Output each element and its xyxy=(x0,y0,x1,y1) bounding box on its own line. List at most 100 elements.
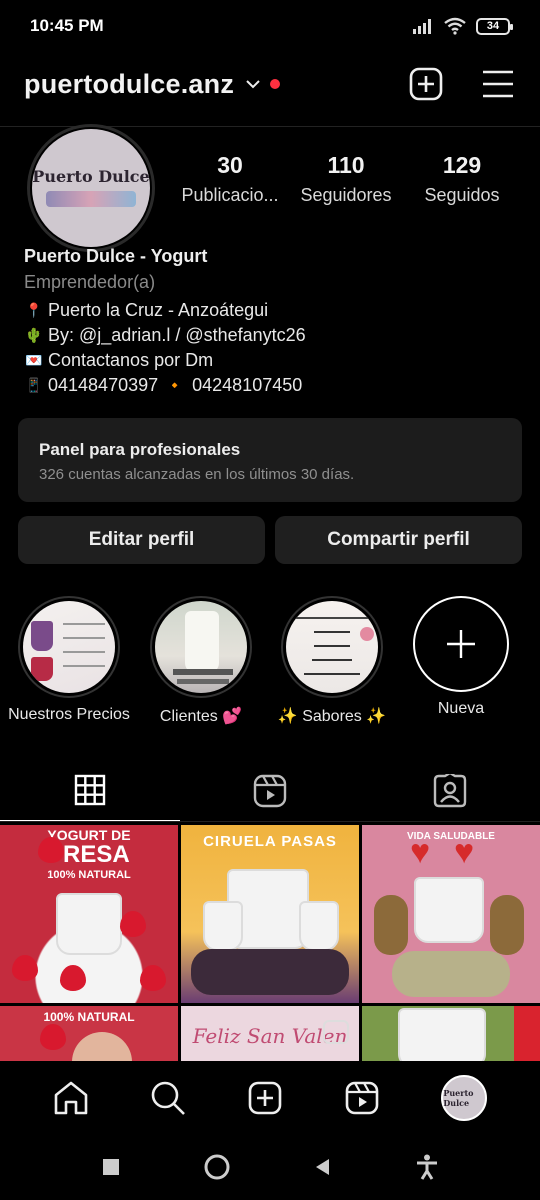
home-icon xyxy=(54,1081,87,1115)
highlight-label: Nuestros Precios xyxy=(8,706,130,723)
home-circle-icon[interactable] xyxy=(203,1153,231,1181)
strawberry xyxy=(12,955,38,981)
highlight-ring xyxy=(150,596,252,698)
strawberry xyxy=(140,965,166,991)
avatar-decoration xyxy=(46,191,136,207)
nuts-bowl xyxy=(392,951,510,997)
highlight-clientes[interactable]: Clientes 💕 xyxy=(135,596,267,726)
search-icon xyxy=(151,1081,185,1115)
menu-button[interactable] xyxy=(480,66,516,102)
tab-posts-grid[interactable] xyxy=(0,760,180,822)
reels-icon xyxy=(253,774,287,808)
avatar-image: Puerto Dulce xyxy=(32,129,150,247)
profile-avatar[interactable]: Puerto Dulce xyxy=(27,124,155,252)
system-navigation-bar xyxy=(0,1134,540,1200)
tagged-user-icon xyxy=(433,774,467,808)
nav-home[interactable] xyxy=(53,1080,89,1116)
profile-category: Emprendedor(a) xyxy=(24,272,156,292)
highlight-thumbnail xyxy=(23,601,115,693)
strawberry xyxy=(38,837,64,863)
profile-action-buttons: Editar perfil Compartir perfil xyxy=(18,516,522,564)
profile-bio: Puerto Dulce - Yogurt Emprendedor(a) 📍 P… xyxy=(24,246,524,398)
share-profile-button[interactable]: Compartir perfil xyxy=(275,516,522,564)
nav-reels[interactable] xyxy=(344,1080,380,1116)
heart-icon: ♥ xyxy=(454,833,475,871)
accessibility-icon[interactable] xyxy=(415,1154,439,1180)
bio-line-location: 📍 Puerto la Cruz - Anzoátegui xyxy=(24,298,524,323)
grid-icon xyxy=(74,774,106,806)
bio-authors-text[interactable]: By: @j_adrian.l / @sthefanytc26 xyxy=(48,325,306,346)
nav-create[interactable] xyxy=(247,1080,283,1116)
profile-content-tabs xyxy=(0,760,540,822)
battery-level: 34 xyxy=(486,20,500,32)
post-tile[interactable]: YOGURT DE FRESA 100% NATURAL xyxy=(0,825,178,1003)
stat-followers[interactable]: 110 Seguidores xyxy=(292,152,400,206)
bio-contact-text: Contactanos por Dm xyxy=(48,350,214,370)
notification-dot xyxy=(270,79,281,89)
highlight-label: ✨ Sabores ✨ xyxy=(277,708,387,725)
prunes xyxy=(191,949,349,995)
tab-reels[interactable] xyxy=(180,760,360,822)
status-bar: 10:45 PM 34 xyxy=(0,0,540,52)
avatar-brand-text: Puerto Dulce xyxy=(32,167,150,186)
yogurt-jar xyxy=(398,1008,486,1061)
post-tile[interactable] xyxy=(362,1006,540,1061)
highlight-precios[interactable]: Nuestros Precios xyxy=(3,596,135,724)
wifi-icon xyxy=(444,17,466,35)
highlight-new[interactable]: Nueva xyxy=(395,596,527,718)
highlight-label: Nueva xyxy=(437,700,485,717)
post-subtitle: 100% NATURAL xyxy=(47,869,131,881)
recent-apps-icon[interactable] xyxy=(101,1157,121,1177)
stat-followers-label: Seguidores xyxy=(300,185,392,205)
person-photo xyxy=(72,1032,132,1061)
yogurt-jar xyxy=(203,901,243,951)
stat-posts-label: Publicacio... xyxy=(181,185,279,205)
chevron-down-icon[interactable] xyxy=(244,75,262,93)
stat-following[interactable]: 129 Seguidos xyxy=(408,152,516,206)
yogurt-jar xyxy=(414,877,484,943)
yogurt-jar xyxy=(299,901,339,951)
plus-icon xyxy=(447,630,475,658)
stat-followers-count: 110 xyxy=(327,152,365,178)
new-highlight-button[interactable] xyxy=(413,596,509,692)
back-icon[interactable] xyxy=(313,1157,333,1177)
hamburger-menu-icon xyxy=(483,70,513,98)
post-tile[interactable]: 100% NATURAL xyxy=(0,1006,178,1061)
signal-icon xyxy=(413,19,431,34)
posts-grid: YOGURT DE FRESA 100% NATURAL CIRUELA PAS… xyxy=(0,825,540,1061)
bottom-navigation: Puerto Dulce xyxy=(0,1062,540,1134)
highlight-sabores[interactable]: ✨ Sabores ✨ xyxy=(266,596,398,726)
post-tile[interactable]: VIDA SALUDABLE ♥ ♥ xyxy=(362,825,540,1003)
account-username[interactable]: puertodulce.anz xyxy=(24,69,234,100)
post-tile[interactable]: Feliz San Valen xyxy=(181,1006,359,1061)
stat-posts[interactable]: 30 Publicacio... xyxy=(176,152,284,206)
bio-location-text: Puerto la Cruz - Anzoátegui xyxy=(48,300,269,320)
create-button[interactable] xyxy=(408,66,444,102)
diamond-icon: 🔸 xyxy=(166,377,184,393)
love-letter-icon: 💌 xyxy=(25,352,43,368)
stat-posts-count: 30 xyxy=(217,152,243,178)
professional-dashboard[interactable]: Panel para profesionales 326 cuentas alc… xyxy=(18,418,522,502)
strawberry xyxy=(60,965,86,991)
nav-avatar-text: Puerto Dulce xyxy=(443,1088,474,1108)
bio-phone-2: 04248107450 xyxy=(192,375,303,395)
story-highlights: Nuestros Precios Clientes 💕 ✨ Sabores ✨ xyxy=(0,596,540,736)
battery-icon: 34 xyxy=(476,17,513,35)
nav-profile-avatar[interactable]: Puerto Dulce xyxy=(441,1075,488,1121)
plus-square-icon xyxy=(248,1081,282,1115)
post-tile[interactable]: CIRUELA PASAS xyxy=(181,825,359,1003)
stat-following-label: Seguidos xyxy=(424,185,500,205)
highlight-thumbnail xyxy=(286,601,378,693)
tabs-divider xyxy=(0,821,540,822)
post-title-big: FRESA xyxy=(48,841,130,868)
granola-arm xyxy=(490,895,524,955)
dashboard-title: Panel para profesionales xyxy=(39,440,241,459)
tab-tagged[interactable] xyxy=(360,760,540,822)
reels-icon xyxy=(345,1081,379,1115)
reel-indicator-icon xyxy=(323,1020,349,1044)
reel-badge-icon xyxy=(514,1006,540,1061)
edit-profile-button[interactable]: Editar perfil xyxy=(18,516,265,564)
status-time: 10:45 PM xyxy=(30,16,104,35)
nav-search[interactable] xyxy=(150,1080,186,1116)
bio-line-phones: 📱 04148470397 🔸 04248107450 xyxy=(24,373,524,398)
